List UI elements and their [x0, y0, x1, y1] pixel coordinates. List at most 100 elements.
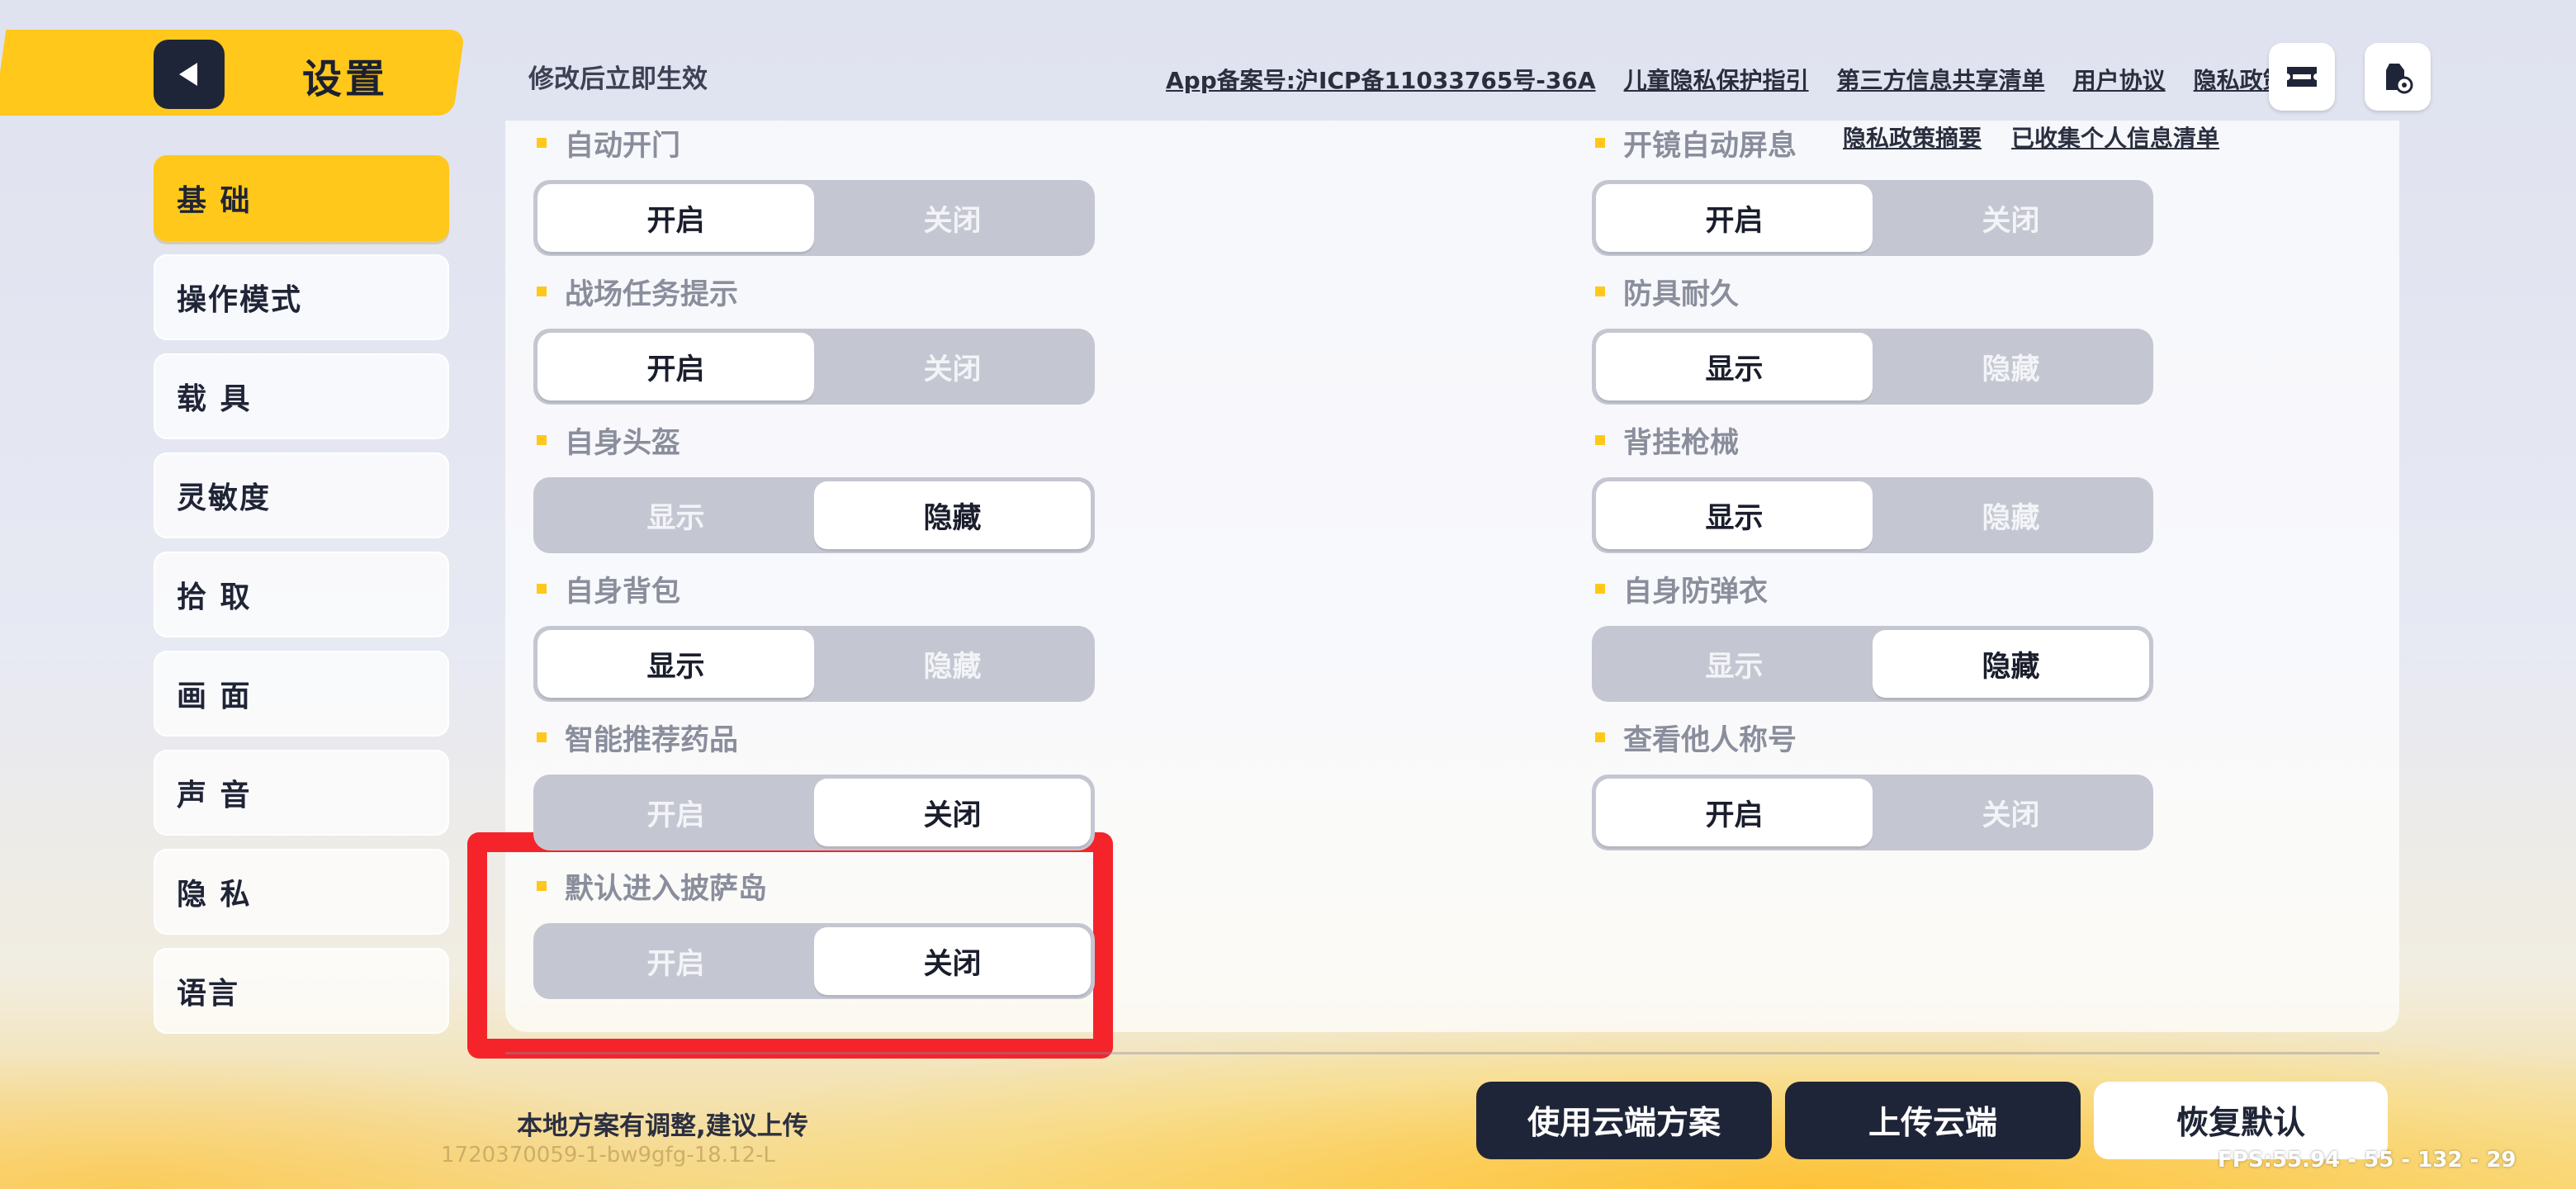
toggle-option-second[interactable]: 关闭 — [814, 927, 1091, 995]
service-gear-icon — [2386, 64, 2413, 94]
setting-label: 开镜自动屏息 — [1560, 124, 2122, 163]
segmented-toggle: 显示 隐藏 — [1592, 626, 2153, 702]
bullet-icon — [537, 732, 547, 742]
upload-cloud-button[interactable]: 上传云端 — [1785, 1082, 2081, 1159]
setting-left-3: 自身背包显示 隐藏 — [502, 570, 1095, 702]
sidebar-item-sensitivity[interactable]: 灵敏度 — [154, 452, 449, 538]
build-id: 1720370059-1-bw9gfg-18.12-L — [441, 1143, 775, 1168]
segmented-toggle: 显示 隐藏 — [1592, 329, 2153, 405]
bullet-icon — [537, 881, 547, 891]
title-banner — [0, 30, 466, 116]
apply-hint: 修改后立即生效 — [528, 64, 708, 94]
toggle-option-first[interactable]: 显示 — [1596, 630, 1873, 698]
toggle-option-second[interactable]: 关闭 — [1873, 184, 2149, 252]
sidebar-item-vehicle[interactable]: 载 具 — [154, 353, 449, 439]
bullet-icon — [1595, 584, 1605, 594]
setting-label-text: 战场任务提示 — [565, 277, 739, 311]
bullet-icon — [1595, 435, 1605, 445]
setting-label-text: 自动开门 — [565, 129, 681, 163]
fps-readout: FPS:55.94 - 55 - 132 - 29 — [2218, 1148, 2517, 1172]
toggle-option-first[interactable]: 显示 — [537, 481, 814, 549]
sidebar-item-graphics[interactable]: 画 面 — [154, 651, 449, 737]
toggle-option-second[interactable]: 隐藏 — [1873, 481, 2149, 549]
sidebar-item-sound[interactable]: 声 音 — [154, 750, 449, 836]
sidebar-item-control-mode[interactable]: 操作模式 — [154, 254, 449, 340]
bullet-icon — [537, 584, 547, 594]
setting-left-5: 默认进入披萨岛开启 关闭 — [502, 867, 1095, 999]
setting-left-1: 战场任务提示开启 关闭 — [502, 272, 1095, 405]
child-privacy-link[interactable]: 儿童隐私保护指引 — [1624, 63, 1809, 96]
ticket-button[interactable] — [2269, 43, 2335, 111]
user-agreement-link[interactable]: 用户协议 — [2073, 63, 2166, 96]
toggle-option-first[interactable]: 开启 — [537, 184, 814, 252]
toggle-option-first[interactable]: 显示 — [1596, 333, 1873, 400]
segmented-toggle: 开启 关闭 — [1592, 775, 2153, 850]
setting-label-text: 默认进入披萨岛 — [565, 872, 768, 906]
toggle-option-second[interactable]: 关闭 — [814, 333, 1091, 400]
icp-link[interactable]: App备案号:沪ICP备11033765号-36A — [1166, 63, 1596, 96]
toggle-option-first[interactable]: 显示 — [537, 630, 814, 698]
top-links: App备案号:沪ICP备11033765号-36A 儿童隐私保护指引 第三方信息… — [1166, 63, 2286, 96]
sidebar-item-basic[interactable]: 基 础 — [154, 155, 449, 241]
toggle-option-second[interactable]: 隐藏 — [1873, 630, 2149, 698]
toggle-option-second[interactable]: 关闭 — [1873, 779, 2149, 846]
setting-label: 默认进入披萨岛 — [502, 867, 1063, 906]
service-button[interactable] — [2365, 43, 2431, 111]
setting-right-0: 开镜自动屏息开启 关闭 — [1560, 124, 2153, 256]
setting-label-text: 防具耐久 — [1623, 277, 1740, 311]
setting-label: 战场任务提示 — [502, 272, 1063, 311]
toggle-option-first[interactable]: 开启 — [1596, 184, 1873, 252]
sidebar-item-language[interactable]: 语言 — [154, 948, 449, 1034]
setting-label: 智能推荐药品 — [502, 718, 1063, 757]
segmented-toggle: 显示 隐藏 — [533, 477, 1095, 553]
toggle-option-second[interactable]: 关闭 — [814, 184, 1091, 252]
setting-label: 自动开门 — [502, 124, 1063, 163]
toggle-option-second[interactable]: 隐藏 — [1873, 333, 2149, 400]
upload-hint: 本地方案有调整,建议上传 — [517, 1111, 808, 1141]
segmented-toggle: 开启 关闭 — [533, 329, 1095, 405]
back-arrow-icon — [179, 63, 197, 86]
toggle-option-first[interactable]: 开启 — [537, 927, 814, 995]
footer-divider — [505, 1052, 2379, 1054]
setting-label: 自身防弹衣 — [1560, 570, 2122, 609]
segmented-toggle: 开启 关闭 — [1592, 180, 2153, 256]
setting-label-text: 智能推荐药品 — [565, 723, 739, 757]
setting-label-text: 查看他人称号 — [1623, 723, 1797, 757]
setting-label-text: 自身防弹衣 — [1623, 575, 1769, 609]
setting-label: 背挂枪械 — [1560, 421, 2122, 460]
toggle-option-first[interactable]: 开启 — [537, 333, 814, 400]
toggle-option-first[interactable]: 显示 — [1596, 481, 1873, 549]
bullet-icon — [537, 138, 547, 148]
back-button[interactable] — [154, 40, 225, 109]
setting-left-2: 自身头盔显示 隐藏 — [502, 421, 1095, 553]
toggle-option-second[interactable]: 隐藏 — [814, 481, 1091, 549]
bullet-icon — [1595, 732, 1605, 742]
setting-label-text: 自身背包 — [565, 575, 681, 609]
third-party-link[interactable]: 第三方信息共享清单 — [1837, 63, 2045, 96]
bullet-icon — [1595, 138, 1605, 148]
toggle-option-second[interactable]: 关闭 — [814, 779, 1091, 846]
ticket-icon — [2287, 67, 2317, 87]
sidebar-item-privacy[interactable]: 隐 私 — [154, 849, 449, 935]
setting-label-text: 背挂枪械 — [1623, 426, 1740, 460]
setting-left-0: 自动开门开启 关闭 — [502, 124, 1095, 256]
setting-right-1: 防具耐久显示 隐藏 — [1560, 272, 2153, 405]
toggle-option-first[interactable]: 开启 — [1596, 779, 1873, 846]
bullet-icon — [537, 435, 547, 445]
setting-label-text: 开镜自动屏息 — [1623, 129, 1797, 163]
sidebar-item-pickup[interactable]: 拾 取 — [154, 552, 449, 637]
use-cloud-button[interactable]: 使用云端方案 — [1476, 1082, 1772, 1159]
setting-right-4: 查看他人称号开启 关闭 — [1560, 718, 2153, 850]
segmented-toggle: 开启 关闭 — [533, 180, 1095, 256]
setting-label: 防具耐久 — [1560, 272, 2122, 311]
setting-label: 自身头盔 — [502, 421, 1063, 460]
segmented-toggle: 显示 隐藏 — [1592, 477, 2153, 553]
bullet-icon — [1595, 287, 1605, 296]
toggle-option-first[interactable]: 开启 — [537, 779, 814, 846]
segmented-toggle: 开启 关闭 — [533, 923, 1095, 999]
toggle-option-second[interactable]: 隐藏 — [814, 630, 1091, 698]
sidebar: 基 础 操作模式 载 具 灵敏度 拾 取 画 面 声 音 隐 私 语言 — [154, 155, 449, 1047]
setting-right-2: 背挂枪械显示 隐藏 — [1560, 421, 2153, 553]
setting-label-text: 自身头盔 — [565, 426, 681, 460]
setting-label: 自身背包 — [502, 570, 1063, 609]
